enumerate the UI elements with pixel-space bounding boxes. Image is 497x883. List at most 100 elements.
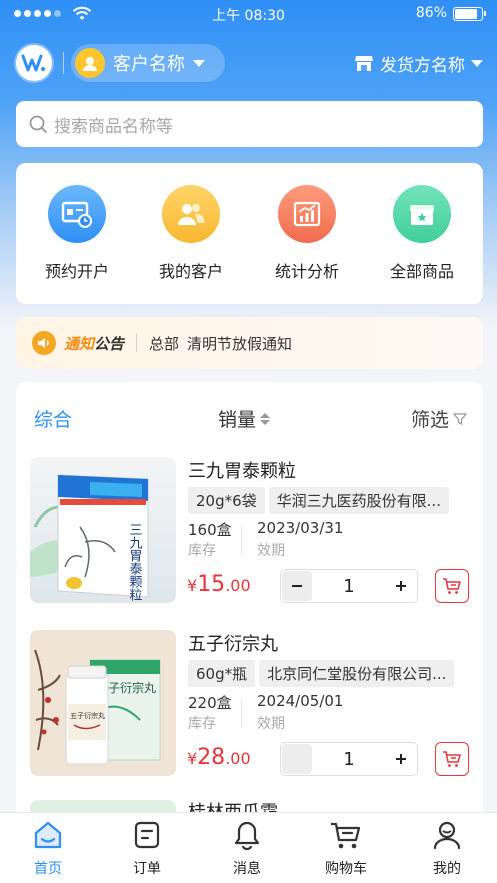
product-image[interactable]: 五子衍宗丸 五子衍宗丸 xyxy=(30,630,176,776)
info-divider xyxy=(241,527,242,555)
customer-name: 客户名称 xyxy=(113,54,185,75)
store-icon xyxy=(355,56,373,71)
shipper-name: 发货方名称 xyxy=(380,55,465,76)
add-to-cart-button[interactable] xyxy=(435,569,469,603)
expiry-label: 效期 xyxy=(257,543,285,559)
profile-icon xyxy=(433,821,461,850)
chevron-down-icon xyxy=(471,59,483,67)
product-manufacturer: 华润三九医药股份有限... xyxy=(268,487,449,514)
search-placeholder: 搜索商品名称等 xyxy=(54,116,173,137)
decrease-button[interactable] xyxy=(282,744,312,774)
expiry-value: 2024/05/01 xyxy=(257,692,344,710)
quick-item-all-products[interactable]: 全部商品 xyxy=(367,185,477,282)
status-bar: 上午 08:30 86% xyxy=(0,0,497,30)
customer-avatar-icon xyxy=(75,48,105,78)
product-price: ¥15.00 xyxy=(187,572,251,597)
product-name: 五子衍宗丸 xyxy=(188,634,278,655)
battery-percent: 86% xyxy=(415,5,447,21)
product-tags: 20g*6袋 华润三九医药股份有限... xyxy=(188,487,449,514)
notice-text: 清明节放假通知 xyxy=(187,334,293,353)
tab-cart[interactable]: 购物车 xyxy=(306,819,386,878)
chevron-down-icon xyxy=(193,59,205,67)
quick-label-customers: 我的客户 xyxy=(158,262,223,281)
tab-home[interactable]: 首页 xyxy=(8,819,88,878)
quick-item-appointment[interactable]: 预约开户 xyxy=(22,185,132,282)
chart-icon xyxy=(278,185,336,243)
product-manufacturer: 北京同仁堂股份有限公司... xyxy=(259,660,455,687)
search-icon xyxy=(29,115,47,133)
bottom-tab-bar: 首页 订单 消息 购物车 我的 xyxy=(0,812,497,883)
tab-sales[interactable]: 销量 xyxy=(218,405,271,432)
home-icon xyxy=(34,821,62,849)
tab-home-label: 首页 xyxy=(34,861,62,877)
product-tags: 60g*瓶 北京同仁堂股份有限公司... xyxy=(188,660,455,687)
stock-value: 220盒 xyxy=(188,694,232,712)
cart-icon xyxy=(443,751,461,767)
customer-selector[interactable]: 客户名称 xyxy=(71,44,225,82)
quick-label-all-products: 全部商品 xyxy=(389,262,454,281)
stock-label: 库存 xyxy=(188,716,216,732)
product-spec: 20g*6袋 xyxy=(188,487,265,514)
plus-icon xyxy=(396,581,406,591)
stock-value: 160盒 xyxy=(188,521,232,539)
speaker-icon xyxy=(32,331,56,355)
quick-label-appointment: 预约开户 xyxy=(44,262,109,281)
product-price: ¥28.00 xyxy=(187,745,251,770)
tab-profile-label: 我的 xyxy=(433,861,461,877)
bell-icon xyxy=(234,821,260,851)
product-item[interactable]: 三九胃泰颗粒 三九胃泰颗粒 20g*6袋 华润三九医药股份有限... 160盒 … xyxy=(30,457,470,605)
header-divider xyxy=(63,52,64,74)
order-icon xyxy=(134,821,160,849)
svg-text:五子衍宗丸: 五子衍宗丸 xyxy=(70,711,105,720)
info-divider xyxy=(241,700,242,728)
notice-source: 总部 xyxy=(149,334,180,353)
increase-button[interactable] xyxy=(386,571,416,601)
quick-label-statistics: 统计分析 xyxy=(274,262,339,281)
quantity-value[interactable]: 1 xyxy=(313,576,385,597)
plus-icon xyxy=(396,754,406,764)
add-to-cart-button[interactable] xyxy=(435,742,469,776)
product-image[interactable]: 三九胃泰颗粒 xyxy=(30,457,176,603)
filter-icon xyxy=(453,412,468,425)
tab-cart-label: 购物车 xyxy=(325,861,367,877)
logo-icon xyxy=(21,54,45,72)
product-name: 三九胃泰颗粒 xyxy=(188,461,296,482)
notice-divider xyxy=(136,334,138,352)
tab-profile[interactable]: 我的 xyxy=(407,819,487,878)
shipper-selector[interactable]: 发货方名称 xyxy=(354,50,483,76)
tab-filter[interactable]: 筛选 xyxy=(411,405,468,432)
tab-orders-label: 订单 xyxy=(133,861,161,877)
quick-item-statistics[interactable]: 统计分析 xyxy=(252,185,362,282)
quick-menu: 预约开户 我的客户 统计分析 全部商品 xyxy=(16,163,483,304)
cart-icon xyxy=(331,822,361,849)
expiry-label: 效期 xyxy=(257,716,285,732)
tab-messages-label: 消息 xyxy=(233,861,261,877)
product-spec: 60g*瓶 xyxy=(188,660,256,687)
svg-text:三九胃泰颗粒: 三九胃泰颗粒 xyxy=(127,523,143,601)
stock-label: 库存 xyxy=(188,543,216,559)
tab-orders[interactable]: 订单 xyxy=(107,819,187,878)
quantity-stepper: 1 xyxy=(280,742,418,776)
sort-arrows-icon xyxy=(260,412,271,425)
tab-filter-label: 筛选 xyxy=(411,409,450,431)
minus-icon xyxy=(292,585,302,587)
customers-icon xyxy=(162,185,220,243)
search-input[interactable]: 搜索商品名称等 xyxy=(16,101,483,147)
app-logo[interactable] xyxy=(16,45,52,81)
product-item[interactable]: 五子衍宗丸 五子衍宗丸 五子衍宗丸 60g*瓶 北京同仁堂股份有限公司... 2… xyxy=(30,630,470,778)
notice-bar[interactable]: 通知公告 总部 清明节放假通知 xyxy=(16,317,483,369)
notice-title: 通知公告 xyxy=(64,334,125,353)
tab-comprehensive[interactable]: 综合 xyxy=(34,405,72,432)
gift-box-icon xyxy=(393,185,451,243)
expiry-value: 2023/03/31 xyxy=(257,519,344,537)
quantity-stepper: 1 xyxy=(280,569,418,603)
quick-item-customers[interactable]: 我的客户 xyxy=(136,185,246,282)
decrease-button[interactable] xyxy=(282,571,312,601)
quantity-value[interactable]: 1 xyxy=(313,749,385,770)
cart-icon xyxy=(443,578,461,594)
id-card-clock-icon xyxy=(48,185,106,243)
increase-button[interactable] xyxy=(386,744,416,774)
product-panel: 综合 销量 筛选 三九胃泰颗粒 三九胃泰颗粒 20g*6袋 华润三九医药股份有限… xyxy=(16,382,483,822)
battery-icon xyxy=(453,7,486,21)
tab-messages[interactable]: 消息 xyxy=(207,819,287,878)
